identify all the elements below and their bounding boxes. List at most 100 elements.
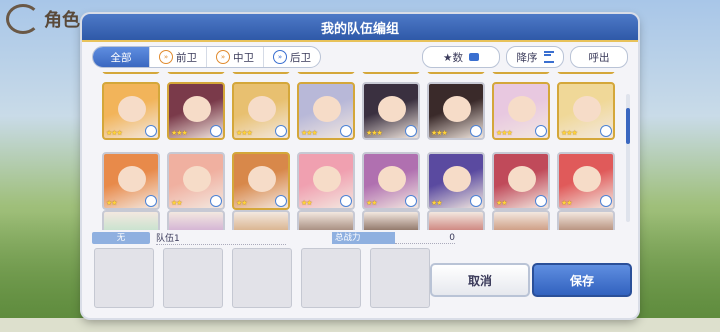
character-card[interactable]: [362, 210, 420, 230]
tab-vanguard[interactable]: » 前卫: [150, 47, 207, 67]
role-swirl-icon: [6, 4, 40, 34]
character-card[interactable]: [297, 210, 355, 230]
sort-lines-icon: [543, 51, 554, 63]
role-icon: [210, 195, 222, 207]
character-card[interactable]: ★★: [427, 152, 485, 210]
star-rating: ★★★: [236, 129, 253, 137]
total-power-value: 0: [395, 233, 455, 244]
card-edge: [232, 72, 290, 74]
tab-midguard-label: 中卫: [233, 51, 254, 64]
star-rating: ★★★: [301, 129, 318, 137]
character-card[interactable]: [102, 210, 160, 230]
role-icon: [145, 195, 157, 207]
character-portrait: [118, 96, 146, 122]
character-card[interactable]: ★★: [102, 152, 160, 210]
character-portrait: [573, 96, 601, 122]
character-portrait: [378, 96, 406, 122]
card-edge: [492, 72, 550, 74]
character-portrait: [573, 166, 601, 192]
tab-rearguard[interactable]: » 后卫: [264, 47, 320, 67]
card-edge: [167, 72, 225, 74]
star-rating: ★★: [106, 199, 118, 207]
star-rating: ★★: [236, 199, 248, 207]
character-card[interactable]: ★★: [362, 152, 420, 210]
dialog-header: 我的队伍编组: [82, 14, 638, 42]
character-card[interactable]: ★★: [297, 152, 355, 210]
character-portrait: [508, 166, 536, 192]
character-card[interactable]: ★★★: [362, 82, 420, 140]
total-power-label: 总战力: [332, 232, 395, 244]
role-icon: [275, 125, 287, 137]
team-slot-2[interactable]: [163, 248, 223, 308]
tab-midguard[interactable]: » 中卫: [207, 47, 264, 67]
character-card[interactable]: ★★★: [167, 82, 225, 140]
cancel-button[interactable]: 取消: [430, 263, 530, 297]
role-icon: [145, 125, 157, 137]
save-button[interactable]: 保存: [532, 263, 632, 297]
call-label: 呼出: [588, 51, 610, 64]
character-card[interactable]: [557, 210, 615, 230]
character-card[interactable]: [232, 210, 290, 230]
call-button[interactable]: 呼出: [570, 46, 628, 68]
vanguard-role-icon: »: [159, 50, 173, 64]
star-rating: ★★: [561, 199, 573, 207]
character-card[interactable]: ★★★: [102, 82, 160, 140]
character-portrait: [248, 166, 276, 192]
star-rating: ★★: [496, 199, 508, 207]
character-portrait: [313, 166, 341, 192]
sort-controls: ★数 降序 呼出: [422, 46, 628, 68]
roster-grid: ★★★ ★★★ ★★★ ★★★ ★★★ ★★★ ★★★ ★★★ ★★ ★★ ★★ ★★ ★★ ★★ ★★ ★★: [102, 82, 615, 210]
position-tabs: 全部 » 前卫 » 中卫 » 后卫: [92, 46, 321, 68]
team-slot-4[interactable]: [301, 248, 361, 308]
bottom-nav-bar: [0, 318, 720, 332]
team-info-row: 无 队伍1 总战力 0: [92, 232, 628, 245]
character-card[interactable]: [492, 210, 550, 230]
character-card[interactable]: ★★: [557, 152, 615, 210]
role-icon: [405, 125, 417, 137]
character-card[interactable]: ★★★: [427, 82, 485, 140]
character-portrait: [248, 96, 276, 122]
role-icon: [210, 125, 222, 137]
card-edge: [297, 72, 355, 74]
cancel-button-label: 取消: [467, 273, 492, 288]
star-rating: ★★: [171, 199, 183, 207]
sort-order-button[interactable]: 降序: [506, 46, 564, 68]
team-slot-5[interactable]: [370, 248, 430, 308]
role-icon: [340, 195, 352, 207]
team-slots: [94, 248, 430, 308]
character-card[interactable]: [427, 210, 485, 230]
role-icon: [405, 195, 417, 207]
scrollbar-thumb[interactable]: [626, 108, 630, 144]
star-rating: ★★: [431, 199, 443, 207]
none-badge: 无: [92, 232, 150, 244]
sort-by-stars-button[interactable]: ★数: [422, 46, 500, 68]
character-card[interactable]: ★★★: [492, 82, 550, 140]
role-icon: [600, 195, 612, 207]
character-card[interactable]: ★★★: [232, 82, 290, 140]
roster-scrollbar[interactable]: [626, 94, 630, 222]
character-card[interactable]: ★★: [167, 152, 225, 210]
character-card[interactable]: ★★: [232, 152, 290, 210]
character-roster[interactable]: ★★★ ★★★ ★★★ ★★★ ★★★ ★★★ ★★★ ★★★ ★★ ★★ ★★ ★★ ★★ ★★ ★★ ★★: [92, 72, 622, 230]
character-card[interactable]: ★★: [492, 152, 550, 210]
star-rating: ★★★: [171, 129, 188, 137]
star-rating: ★★★: [431, 129, 448, 137]
team-slot-1[interactable]: [94, 248, 154, 308]
tab-rearguard-label: 后卫: [290, 51, 311, 64]
star-rating: ★★: [366, 199, 378, 207]
star-rating: ★★: [301, 199, 313, 207]
roster-row-previous: [102, 72, 615, 74]
character-portrait: [443, 166, 471, 192]
character-portrait: [508, 96, 536, 122]
background-page-title: 角色: [6, 4, 80, 34]
character-portrait: [183, 166, 211, 192]
character-card[interactable]: [167, 210, 225, 230]
character-card[interactable]: ★★★: [557, 82, 615, 140]
rearguard-role-icon: »: [273, 50, 287, 64]
team-slot-3[interactable]: [232, 248, 292, 308]
character-card[interactable]: ★★★: [297, 82, 355, 140]
star-rating: ★★★: [366, 129, 383, 137]
sort-by-stars-label: ★数: [443, 51, 463, 64]
tab-all[interactable]: 全部: [93, 47, 150, 67]
filter-bar: 全部 » 前卫 » 中卫 » 后卫 ★数 降序 呼出: [92, 46, 628, 68]
